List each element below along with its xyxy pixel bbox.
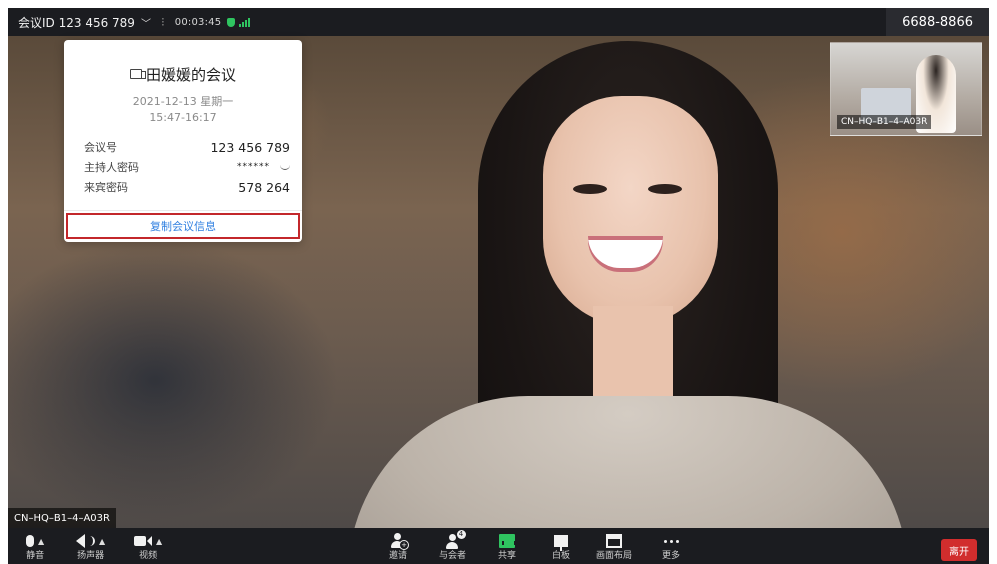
share-button[interactable]: 共享 (498, 531, 516, 562)
leave-button[interactable]: 离开 (941, 539, 977, 561)
mic-icon (26, 535, 34, 547)
meeting-time: 15:47-16:17 (149, 111, 217, 124)
info-label: 会议号 (84, 141, 117, 154)
copy-meeting-info-button[interactable]: 复制会议信息 (66, 213, 300, 239)
info-value: 123 456 789 (210, 139, 290, 155)
whiteboard-glyph (554, 531, 568, 551)
meeting-timer: 00:03:45 (174, 16, 222, 28)
separator: ⁝ (160, 15, 165, 29)
room-number: 6688-8866 (886, 8, 989, 36)
mute-label: 静音 (26, 551, 45, 561)
participants-button[interactable]: 4 与会者 (439, 530, 467, 562)
video-label: 视频 (139, 551, 158, 561)
speaker-icon (76, 534, 85, 548)
info-label: 来宾密码 (84, 181, 128, 194)
participants-count-badge: 4 (456, 530, 466, 539)
video-person-shirt (348, 396, 908, 528)
invite-glyph: + (391, 531, 409, 551)
whiteboard-label: 白板 (552, 551, 571, 561)
share-glyph (499, 531, 516, 551)
info-row-host-password: 主持人密码 ****** (84, 158, 290, 176)
info-label: 主持人密码 (84, 161, 139, 174)
mute-button[interactable]: ▲ 静音 (26, 531, 44, 562)
info-row-guest-password: 来宾密码 578 264 (84, 178, 290, 196)
pip-camera-label: CN–HQ–B1–4–A03R (837, 115, 932, 129)
info-row-meeting-number: 会议号 123 456 789 (84, 138, 290, 156)
shield-icon (227, 17, 236, 27)
top-bar: 会议ID 123 456 789 ﹀ ⁝ 00:03:45 6688-8866 (8, 8, 989, 36)
main-camera-label: CN–HQ–B1–4–A03R (8, 508, 116, 528)
divider (64, 210, 302, 211)
meeting-id-label[interactable]: 会议ID 123 456 789 (18, 14, 135, 31)
layout-icon (606, 534, 622, 548)
info-value: 578 264 (238, 179, 290, 195)
more-glyph (663, 531, 679, 551)
eye-closed-icon[interactable] (280, 164, 290, 170)
add-user-icon: + (391, 533, 409, 550)
speaker-glyph: ▲ (76, 531, 105, 551)
meeting-date: 2021-12-13 星期一 (132, 95, 234, 108)
chevron-up-icon[interactable]: ▲ (156, 537, 162, 546)
meeting-window: 会议ID 123 456 789 ﹀ ⁝ 00:03:45 6688-8866 … (0, 0, 997, 564)
meeting-title-text: 田媛媛的会议 (145, 66, 236, 84)
layout-label: 画面布局 (596, 551, 633, 561)
meeting-info-panel: 田媛媛的会议 2021-12-13 星期一 15:47-16:17 会议号 12… (64, 40, 302, 242)
info-value-masked: ****** (237, 162, 290, 172)
signal-icon (239, 17, 251, 27)
layout-glyph (606, 531, 622, 551)
chevron-up-icon[interactable]: ▲ (99, 537, 105, 546)
camera-icon (134, 536, 146, 546)
video-person-eye (648, 184, 682, 194)
more-icon (663, 539, 679, 543)
invite-button[interactable]: + 邀请 (389, 531, 409, 562)
camera-glyph: ▲ (134, 531, 162, 551)
speaker-wave-icon (87, 536, 95, 546)
layout-button[interactable]: 画面布局 (596, 531, 632, 562)
speaker-button[interactable]: ▲ 扬声器 (76, 531, 105, 562)
bottom-toolbar: ▲ 静音 ▲ 扬声器 ▲ 视频 + 邀请 4 与会者 共享 白板 画面布局 更多… (8, 528, 989, 564)
more-label: 更多 (662, 551, 681, 561)
pip-video[interactable]: CN–HQ–B1–4–A03R (830, 42, 982, 136)
video-person-neck (593, 306, 673, 406)
meeting-status: 会议ID 123 456 789 ﹀ ⁝ 00:03:45 (8, 8, 251, 36)
video-button[interactable]: ▲ 视频 (134, 531, 162, 562)
mic-glyph: ▲ (26, 531, 44, 551)
share-label: 共享 (498, 551, 517, 561)
chevron-down-icon[interactable]: ﹀ (141, 15, 151, 30)
whiteboard-icon (554, 535, 568, 551)
video-person-face (543, 96, 718, 326)
chevron-up-icon[interactable]: ▲ (38, 537, 44, 546)
whiteboard-button[interactable]: 白板 (552, 531, 570, 562)
camera-lens-icon (147, 536, 152, 546)
video-person-eye (573, 184, 607, 194)
participants-icon: 4 (444, 530, 466, 549)
invite-label: 邀请 (389, 551, 408, 561)
more-button[interactable]: 更多 (662, 531, 680, 562)
share-screen-icon (499, 534, 516, 548)
participants-label: 与会者 (439, 551, 467, 561)
screen-icon (129, 68, 146, 79)
participants-glyph: 4 (444, 530, 466, 551)
meeting-title: 田媛媛的会议 (64, 64, 302, 85)
speaker-label: 扬声器 (77, 551, 105, 561)
host-password-value: ****** (237, 162, 270, 172)
